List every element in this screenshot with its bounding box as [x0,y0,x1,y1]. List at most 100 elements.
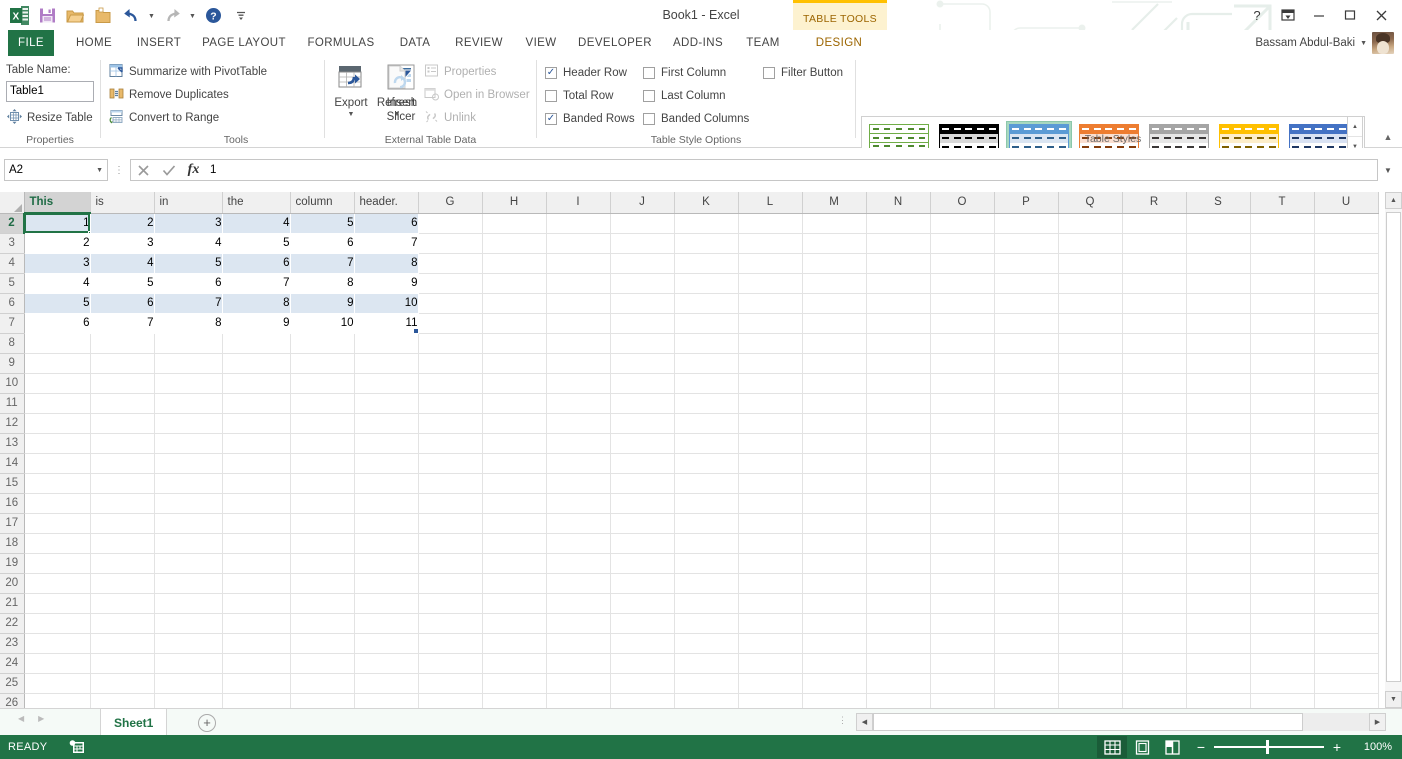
cell-r17-c12[interactable] [802,513,867,534]
cell-r2-c17[interactable] [1122,213,1187,234]
cell-r18-c20[interactable] [1314,533,1379,554]
row-header-26[interactable]: 26 [0,693,25,708]
cell-r25-c17[interactable] [1122,673,1187,694]
cell-r17-c14[interactable] [930,513,995,534]
row-header-7[interactable]: 7 [0,313,25,334]
cell-r21-c17[interactable] [1122,593,1187,614]
table-cell-r4-c3[interactable]: 6 [222,253,291,274]
table-column-header-2[interactable]: in [154,192,223,214]
cell-r3-c11[interactable] [738,233,803,254]
cell-r8-c14[interactable] [930,333,995,354]
page-break-preview-button[interactable] [1157,736,1187,758]
cell-r20-c5[interactable] [354,573,419,594]
cell-r12-c0[interactable] [24,413,91,434]
cell-r21-c10[interactable] [674,593,739,614]
cell-r12-c4[interactable] [290,413,355,434]
cell-r12-c19[interactable] [1250,413,1315,434]
cell-r6-c18[interactable] [1186,293,1251,314]
redo-dropdown-icon[interactable]: ▼ [187,3,198,27]
cell-r18-c6[interactable] [418,533,483,554]
cell-r3-c9[interactable] [610,233,675,254]
cell-r20-c8[interactable] [546,573,611,594]
cell-r14-c1[interactable] [90,453,155,474]
cell-r11-c16[interactable] [1058,393,1123,414]
cell-r13-c18[interactable] [1186,433,1251,454]
cell-r18-c12[interactable] [802,533,867,554]
cell-r17-c11[interactable] [738,513,803,534]
cell-r19-c6[interactable] [418,553,483,574]
cell-r14-c15[interactable] [994,453,1059,474]
cell-r24-c6[interactable] [418,653,483,674]
column-header-u[interactable]: U [1314,192,1379,214]
cell-r20-c17[interactable] [1122,573,1187,594]
cell-r17-c8[interactable] [546,513,611,534]
cell-r6-c6[interactable] [418,293,483,314]
cell-r23-c20[interactable] [1314,633,1379,654]
refresh-dropdown-icon[interactable]: ▼ [394,110,401,119]
cell-r20-c20[interactable] [1314,573,1379,594]
cell-r26-c6[interactable] [418,693,483,708]
table-cell-r5-c0[interactable]: 4 [24,273,91,294]
cell-r6-c12[interactable] [802,293,867,314]
table-cell-r6-c3[interactable]: 8 [222,293,291,314]
cell-r11-c6[interactable] [418,393,483,414]
cell-r16-c7[interactable] [482,493,547,514]
cancel-icon[interactable] [131,160,156,180]
cell-r19-c18[interactable] [1186,553,1251,574]
cell-r8-c10[interactable] [674,333,739,354]
cell-r22-c10[interactable] [674,613,739,634]
row-header-23[interactable]: 23 [0,633,25,654]
cell-r5-c9[interactable] [610,273,675,294]
cell-r2-c18[interactable] [1186,213,1251,234]
horizontal-split-grip[interactable]: ⋮ [838,715,847,726]
cell-r12-c14[interactable] [930,413,995,434]
tab-file[interactable]: FILE [8,30,54,56]
table-cell-r7-c0[interactable]: 6 [24,313,91,334]
table-column-header-0[interactable]: This [24,192,91,214]
row-header-11[interactable]: 11 [0,393,25,414]
cell-r20-c1[interactable] [90,573,155,594]
checkbox-total-row[interactable]: Total Row [545,84,614,107]
cell-r9-c1[interactable] [90,353,155,374]
cell-r21-c2[interactable] [154,593,223,614]
cell-r15-c4[interactable] [290,473,355,494]
cell-r8-c6[interactable] [418,333,483,354]
cell-r3-c15[interactable] [994,233,1059,254]
cell-r16-c1[interactable] [90,493,155,514]
cell-r24-c3[interactable] [222,653,291,674]
cell-r2-c14[interactable] [930,213,995,234]
cell-r16-c6[interactable] [418,493,483,514]
checkbox-first-column[interactable]: First Column [643,61,726,84]
user-account[interactable]: Bassam Abdul-Baki ▼ [1255,31,1394,55]
cell-r15-c9[interactable] [610,473,675,494]
cell-r17-c13[interactable] [866,513,931,534]
cell-r21-c9[interactable] [610,593,675,614]
cell-r8-c19[interactable] [1250,333,1315,354]
cell-r24-c12[interactable] [802,653,867,674]
cell-r13-c4[interactable] [290,433,355,454]
cell-r5-c8[interactable] [546,273,611,294]
cell-r10-c20[interactable] [1314,373,1379,394]
cell-r12-c17[interactable] [1122,413,1187,434]
cell-r14-c17[interactable] [1122,453,1187,474]
cell-r8-c7[interactable] [482,333,547,354]
cell-r15-c13[interactable] [866,473,931,494]
tab-view[interactable]: VIEW [518,30,564,56]
column-header-p[interactable]: P [994,192,1059,214]
cell-r26-c5[interactable] [354,693,419,708]
cell-r5-c12[interactable] [802,273,867,294]
cell-r20-c2[interactable] [154,573,223,594]
sheet-tab-sheet1[interactable]: Sheet1 [100,709,168,736]
cell-r5-c7[interactable] [482,273,547,294]
checkbox-last-column[interactable]: Last Column [643,84,726,107]
cell-r10-c2[interactable] [154,373,223,394]
table-cell-r4-c4[interactable]: 7 [290,253,355,274]
cell-r25-c11[interactable] [738,673,803,694]
cell-r3-c18[interactable] [1186,233,1251,254]
cell-r7-c7[interactable] [482,313,547,334]
cell-r3-c13[interactable] [866,233,931,254]
tab-developer[interactable]: DEVELOPER [572,30,658,56]
cell-r14-c9[interactable] [610,453,675,474]
cell-r8-c15[interactable] [994,333,1059,354]
cell-r26-c4[interactable] [290,693,355,708]
